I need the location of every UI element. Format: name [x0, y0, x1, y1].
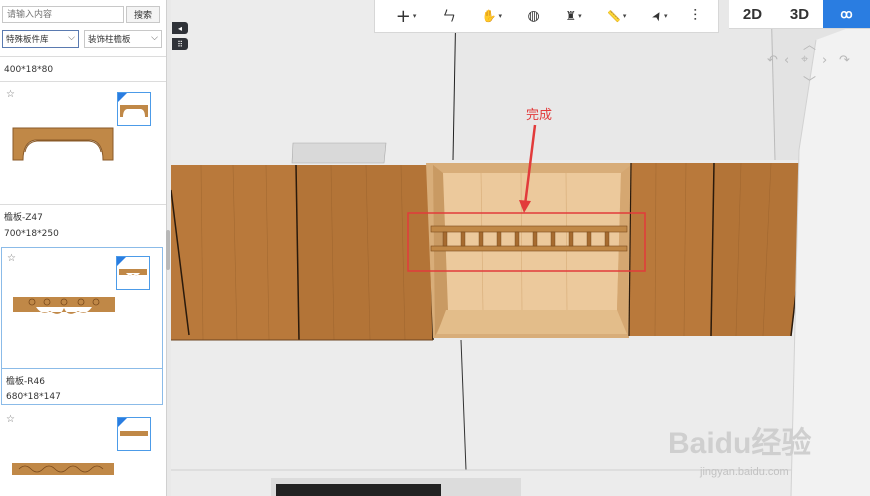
caret-down-icon: ▾	[622, 12, 627, 20]
list-item-selected[interactable]: ☆ 檐板-R46 680*18*147	[1, 247, 163, 405]
caret-down-icon: ▾	[412, 12, 417, 20]
sidebar: 搜索 特殊板件库 ⌵ 装饰柱檐板 ⌵ 400*18*80 ☆ 檐板-Z47 70…	[0, 0, 167, 496]
list-item[interactable]: ☆	[1, 409, 163, 496]
grid-toggle-button[interactable]: ⠿	[172, 38, 188, 50]
item-name: 檐板-Z47	[4, 213, 43, 223]
chevron-down-icon: ⌵	[68, 33, 75, 43]
subcategory-select-value: 装饰柱檐板	[88, 35, 131, 45]
collapse-sidebar-button[interactable]: ◂	[172, 22, 188, 34]
rotate-right-icon[interactable]: ↷	[839, 53, 850, 68]
item-image	[12, 463, 114, 475]
watermark-logo: Baidu经验	[668, 427, 812, 460]
main-toolbar: + ▾ ㄣ ✋ ▾ ◍ ♜ ▾ 📏 ▾ ➤ ▾ ⫶	[374, 0, 719, 33]
chair-icon: ㄣ	[441, 9, 456, 25]
chevron-right-icon[interactable]: ›	[822, 53, 827, 68]
crosshair-icon[interactable]: ⌖	[801, 52, 808, 67]
star-icon[interactable]: ☆	[6, 414, 15, 425]
caret-down-icon: ▾	[578, 12, 582, 20]
search-input[interactable]	[2, 6, 124, 23]
select-tool[interactable]: ➤ ▾	[648, 8, 667, 24]
divider	[2, 368, 162, 369]
paint-tool[interactable]: ♜ ▾	[565, 9, 581, 23]
divider	[0, 204, 166, 205]
item-thumbnail	[117, 92, 151, 126]
ruler-icon: 📏	[607, 9, 621, 23]
pan-tool[interactable]: ✋ ▾	[482, 9, 502, 23]
chevron-up-icon[interactable]: ︿	[803, 34, 816, 53]
add-tool[interactable]: + ▾	[396, 6, 417, 27]
sliders-icon: ⫶	[693, 6, 698, 25]
rotate-left-icon[interactable]: ↶	[767, 53, 778, 68]
footprints-icon: ꝏ	[840, 7, 853, 21]
watermark-url: jingyan.baidu.com	[700, 466, 789, 478]
item-size: 680*18*147	[6, 392, 61, 402]
chevron-left-icon[interactable]: ‹	[784, 53, 789, 68]
settings-tool[interactable]: ⫶	[693, 6, 697, 26]
search-bar: 搜索	[2, 6, 160, 25]
divider	[0, 81, 166, 82]
star-icon[interactable]: ☆	[6, 89, 15, 100]
item-image	[12, 127, 114, 161]
cursor-icon: ➤	[648, 8, 666, 24]
item-thumbnail	[116, 256, 150, 290]
measure-tool[interactable]: 📏 ▾	[607, 10, 626, 23]
walk-mode-button[interactable]: ꝏ	[823, 0, 870, 28]
furniture-tool[interactable]: ㄣ	[442, 6, 456, 26]
item-thumbnail	[117, 417, 151, 451]
view-2d-button[interactable]: 2D	[729, 0, 776, 28]
view-3d-button[interactable]: 3D	[776, 0, 823, 28]
plus-icon: +	[395, 5, 411, 27]
view-mode-toggle: 2D 3D ꝏ	[729, 0, 870, 29]
category-select[interactable]: 特殊板件库 ⌵	[2, 30, 79, 48]
palette-icon: ◍	[527, 8, 540, 24]
sidebar-scrollbar[interactable]	[166, 230, 170, 270]
chevron-down-icon: ⌵	[151, 33, 158, 43]
hand-icon: ✋	[481, 9, 497, 23]
annotation-label: 完成	[526, 108, 553, 123]
triangle-left-icon: ◂	[177, 23, 182, 33]
chevron-down-icon[interactable]: ﹀	[803, 72, 816, 91]
paint-roller-icon: ♜	[565, 9, 577, 23]
item-size: 400*18*80	[4, 65, 54, 75]
search-button[interactable]: 搜索	[126, 6, 160, 23]
item-name: 檐板-R46	[6, 377, 45, 387]
item-image	[13, 297, 115, 314]
material-tool[interactable]: ◍	[528, 8, 540, 24]
grid-icon: ⠿	[177, 39, 183, 49]
list-item[interactable]: ☆	[1, 84, 163, 204]
star-icon[interactable]: ☆	[7, 253, 16, 264]
category-select-value: 特殊板件库	[6, 35, 49, 45]
divider	[0, 56, 166, 57]
caret-down-icon: ▾	[498, 12, 502, 20]
subcategory-select[interactable]: 装饰柱檐板 ⌵	[84, 30, 162, 48]
item-size: 700*18*250	[4, 229, 59, 239]
